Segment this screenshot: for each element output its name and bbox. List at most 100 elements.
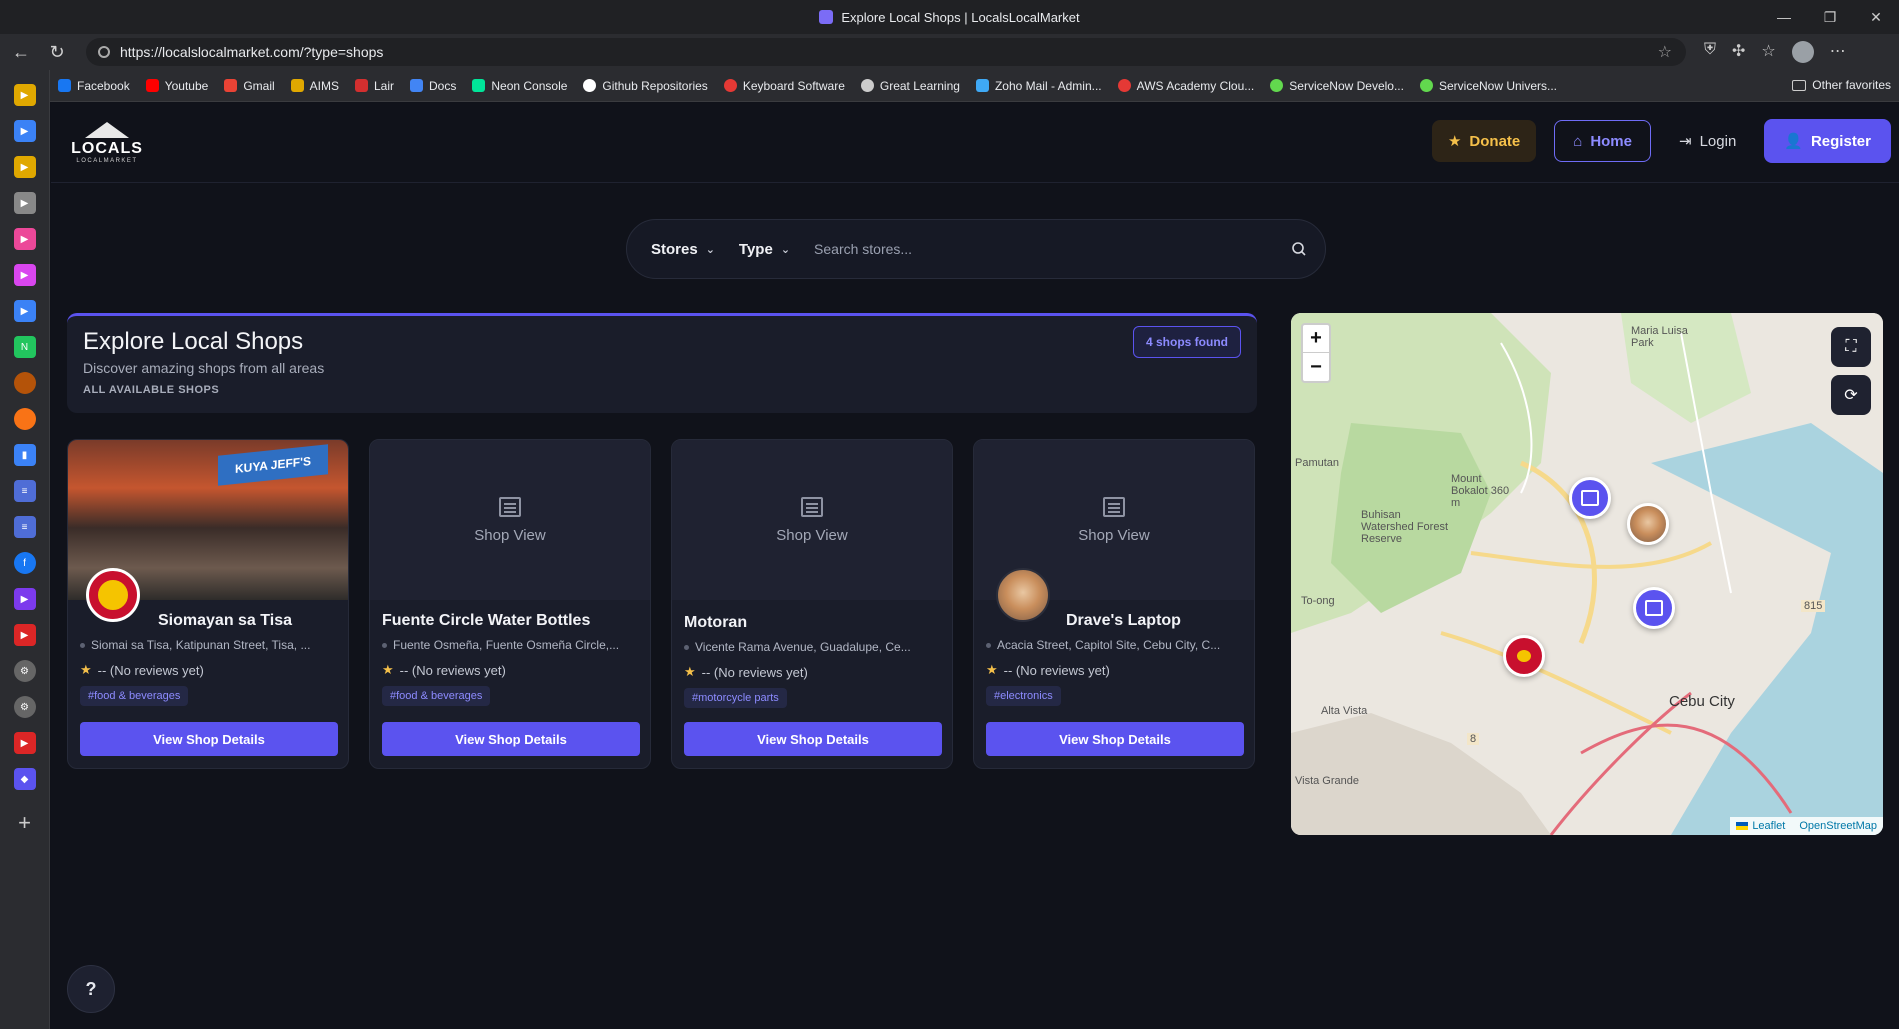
url-field[interactable]: https://localslocalmarket.com/?type=shop… — [86, 38, 1686, 66]
new-tab-icon[interactable]: + — [18, 810, 31, 836]
leaflet-link[interactable]: Leaflet — [1736, 820, 1785, 832]
shop-card-draves-laptop[interactable]: Shop View Drave's Laptop Acacia Street, … — [973, 439, 1255, 769]
servicenow-university-icon — [1419, 79, 1433, 92]
tab-20-active[interactable]: ◆ — [13, 768, 36, 790]
search-icon[interactable] — [1285, 235, 1313, 263]
search-input[interactable] — [802, 241, 1285, 257]
profile-avatar[interactable] — [1791, 41, 1814, 63]
login-button[interactable]: ⇥ Login — [1669, 120, 1746, 162]
bookmark-github[interactable]: Github Repositories — [583, 79, 708, 93]
favorite-star-icon[interactable]: ☆ — [1658, 42, 1686, 62]
view-shop-details-button[interactable]: View Shop Details — [80, 722, 338, 756]
tab-5[interactable]: ▶ — [13, 228, 36, 250]
bookmark-keyboard-software[interactable]: Keyboard Software — [723, 79, 845, 93]
tab-4[interactable]: ▶ — [13, 192, 36, 214]
donate-button[interactable]: ★ Donate — [1431, 120, 1537, 162]
shop-name[interactable]: Drave's Laptop — [1066, 612, 1181, 630]
rating-star-icon: ★ — [80, 662, 92, 677]
map-marker-fuente[interactable] — [1569, 477, 1611, 519]
map-marker-draves-laptop[interactable] — [1627, 503, 1669, 545]
fullscreen-button[interactable]: ⛶ — [1831, 327, 1871, 367]
tab-6[interactable]: ▶ — [13, 264, 36, 286]
shop-name[interactable]: Siomayan sa Tisa — [158, 612, 292, 630]
tab-1[interactable]: ▶ — [13, 84, 36, 106]
tab-2[interactable]: ▶ — [13, 120, 36, 142]
help-button[interactable]: ? — [67, 965, 115, 1013]
tab-17[interactable]: ⚙ — [13, 660, 36, 682]
bookmark-zoho-mail[interactable]: Zoho Mail - Admin... — [975, 79, 1102, 93]
tab-18[interactable]: ⚙ — [13, 696, 36, 718]
shops-map[interactable]: + − ⛶ ⟳ Pamutan Buhisan Watershed Forest… — [1291, 313, 1883, 835]
tab-12[interactable]: ≡ — [13, 480, 36, 502]
map-marker-siomayan[interactable] — [1503, 635, 1545, 677]
home-button[interactable]: ⌂ Home — [1554, 120, 1651, 162]
restore-icon[interactable]: ❐ — [1807, 0, 1853, 34]
bookmark-aws-academy[interactable]: AWS Academy Clou... — [1117, 79, 1254, 93]
bookmark-youtube[interactable]: Youtube — [145, 79, 208, 93]
shop-address: Acacia Street, Capitol Site, Cebu City, … — [986, 638, 1244, 652]
bookmark-aims[interactable]: AIMS — [290, 79, 339, 93]
view-shop-details-button[interactable]: View Shop Details — [986, 722, 1244, 756]
shop-name[interactable]: Fuente Circle Water Bottles — [382, 612, 590, 630]
shop-logo-icon — [1515, 648, 1533, 664]
extensions-icon[interactable]: ✣ — [1732, 41, 1745, 63]
type-dropdown[interactable]: Type ⌄ — [727, 229, 802, 269]
site-info-icon[interactable] — [98, 46, 110, 58]
view-shop-details-button[interactable]: View Shop Details — [382, 722, 640, 756]
favorites-icon[interactable]: ☆ — [1761, 41, 1775, 63]
great-learning-icon — [860, 79, 874, 92]
bookmark-gmail[interactable]: Gmail — [224, 79, 275, 93]
zoho-icon — [975, 79, 989, 92]
bookmark-servicenow-university[interactable]: ServiceNow Univers... — [1419, 79, 1557, 93]
close-window-icon[interactable]: ✕ — [1853, 0, 1899, 34]
tab-15[interactable]: ▶ — [13, 588, 36, 610]
shop-card-fuente[interactable]: Shop View Fuente Circle Water Bottles Fu… — [369, 439, 651, 769]
shop-tag[interactable]: #motorcycle parts — [684, 688, 787, 708]
minimize-icon[interactable]: — — [1761, 0, 1807, 34]
shop-tag[interactable]: #food & beverages — [80, 686, 189, 706]
tab-16[interactable]: ▶ — [13, 624, 36, 646]
back-icon[interactable]: ← — [6, 37, 36, 67]
bookmark-lair[interactable]: Lair — [355, 79, 394, 93]
road-label-8: 8 — [1467, 733, 1480, 745]
stores-dropdown[interactable]: Stores ⌄ — [639, 229, 727, 269]
shop-tag[interactable]: #electronics — [986, 686, 1061, 706]
more-menu-icon[interactable]: ⋯ — [1830, 41, 1846, 63]
register-button[interactable]: 👤 Register — [1764, 119, 1891, 163]
reload-icon[interactable]: ↻ — [42, 37, 72, 67]
shop-card-motoran[interactable]: Shop View Motoran Vicente Rama Avenue, G… — [671, 439, 953, 769]
tab-3[interactable]: ▶ — [13, 156, 36, 178]
tab-13[interactable]: ≡ — [13, 516, 36, 538]
tab-10[interactable] — [13, 408, 36, 430]
login-icon: ⇥ — [1679, 133, 1692, 150]
bookmark-facebook[interactable]: Facebook — [58, 79, 130, 93]
tab-19[interactable]: ▶ — [13, 732, 36, 754]
tab-14[interactable]: f — [13, 552, 36, 574]
tab-9[interactable] — [13, 372, 36, 394]
view-shop-details-button[interactable]: View Shop Details — [684, 722, 942, 756]
map-label-cebu-city: Cebu City — [1669, 693, 1735, 710]
bookmark-docs[interactable]: Docs — [410, 79, 456, 93]
storefront-icon — [499, 496, 521, 517]
openstreetmap-link[interactable]: OpenStreetMap — [1799, 820, 1877, 832]
shield-icon[interactable]: ⛨ — [1704, 41, 1716, 63]
tab-7[interactable]: ▶ — [13, 300, 36, 322]
browser-tab-title[interactable]: Explore Local Shops | LocalsLocalMarket — [819, 10, 1080, 25]
map-marker-motoran[interactable] — [1633, 587, 1675, 629]
header-actions: ★ Donate ⌂ Home ⇥ Login 👤 Register — [1431, 119, 1891, 163]
zoom-out-button[interactable]: − — [1303, 353, 1329, 381]
other-favorites[interactable]: Other favorites — [1792, 78, 1891, 92]
tab-8[interactable]: N — [13, 336, 36, 358]
shop-name[interactable]: Motoran — [684, 614, 747, 632]
site-logo[interactable]: LOCALS LOCALMARKET — [71, 113, 142, 173]
refresh-map-button[interactable]: ⟳ — [1831, 375, 1871, 415]
map-label-vista-grande: Vista Grande — [1295, 775, 1360, 787]
bookmark-servicenow-developer[interactable]: ServiceNow Develo... — [1270, 79, 1404, 93]
shop-card-siomayan[interactable]: KUYA JEFF'S Siomayan sa Tisa Siomai sa T… — [67, 439, 349, 769]
shop-tag[interactable]: #food & beverages — [382, 686, 491, 706]
site-header: LOCALS LOCALMARKET ★ Donate ⌂ Home ⇥ Log… — [51, 103, 1899, 183]
tab-11[interactable]: ▮ — [13, 444, 36, 466]
zoom-in-button[interactable]: + — [1303, 325, 1329, 353]
bookmark-neon-console[interactable]: Neon Console — [472, 79, 567, 93]
bookmark-great-learning[interactable]: Great Learning — [860, 79, 960, 93]
